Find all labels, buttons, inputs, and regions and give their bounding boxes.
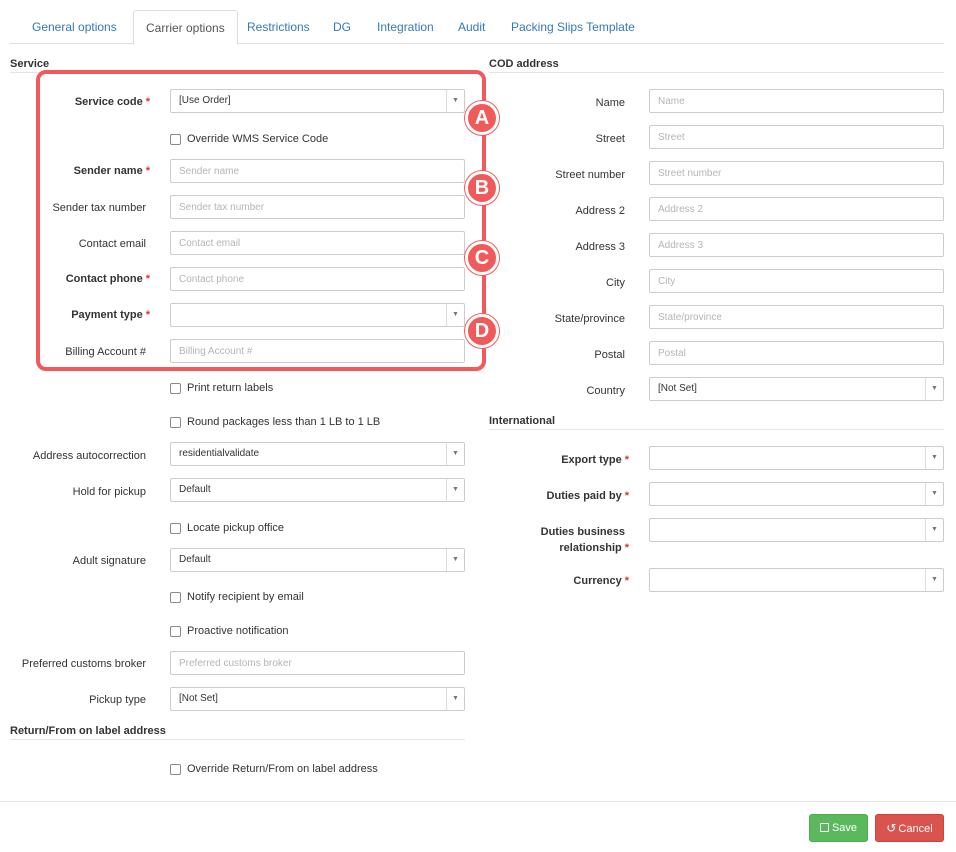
cod-street-number-label: Street number	[555, 169, 625, 181]
checkbox-box[interactable]	[170, 763, 181, 775]
tab-integration[interactable]: Integration	[365, 10, 446, 44]
tab-audit[interactable]: Audit	[446, 10, 497, 44]
duties-relationship-label-line2: relationship *	[559, 542, 629, 554]
cancel-button[interactable]: ↺ Cancel	[875, 814, 944, 842]
chevron-down-icon: ▼	[925, 519, 943, 541]
checkbox-box[interactable]	[170, 625, 181, 637]
cod-divider	[489, 72, 944, 73]
checkbox-box[interactable]	[170, 522, 181, 534]
notify-recipient-checkbox[interactable]: Notify recipient by email	[170, 591, 304, 603]
tab-restrictions[interactable]: Restrictions	[235, 10, 322, 44]
address-autocorrection-select[interactable]: residentialvalidate ▼	[170, 442, 465, 466]
chevron-down-icon: ▼	[925, 447, 943, 469]
pickup-type-select[interactable]: [Not Set] ▼	[170, 687, 465, 711]
checkbox-box[interactable]	[170, 382, 181, 394]
annotation-badge-d: D	[465, 314, 499, 348]
print-return-labels-checkbox[interactable]: Print return labels	[170, 382, 273, 394]
tab-general-options[interactable]: General options	[20, 10, 129, 44]
highlight-frame	[36, 70, 486, 371]
chevron-down-icon: ▼	[446, 479, 464, 501]
adult-signature-select[interactable]: Default ▼	[170, 548, 465, 572]
proactive-notification-checkbox[interactable]: Proactive notification	[170, 625, 289, 637]
international-divider	[489, 429, 944, 430]
cod-name-input[interactable]	[649, 89, 944, 113]
export-type-select[interactable]: ▼	[649, 446, 944, 470]
chevron-down-icon: ▼	[446, 688, 464, 710]
cod-postal-input[interactable]	[649, 341, 944, 365]
override-return-from-checkbox[interactable]: Override Return/From on label address	[170, 763, 378, 775]
return-from-divider	[10, 739, 465, 740]
duties-relationship-select[interactable]: ▼	[649, 518, 944, 542]
duties-paid-by-label: Duties paid by *	[546, 490, 629, 502]
hold-for-pickup-select[interactable]: Default ▼	[170, 478, 465, 502]
cod-city-label: City	[606, 277, 625, 289]
chevron-down-icon: ▼	[446, 549, 464, 571]
adult-signature-label: Adult signature	[72, 555, 146, 567]
service-section-title: Service	[10, 58, 50, 70]
currency-label: Currency *	[573, 575, 629, 587]
hold-for-pickup-label: Hold for pickup	[72, 486, 146, 498]
round-packages-checkbox[interactable]: Round packages less than 1 LB to 1 LB	[170, 416, 380, 428]
international-section-title: International	[489, 415, 556, 427]
save-button[interactable]: Save	[809, 814, 868, 842]
chevron-down-icon: ▼	[925, 483, 943, 505]
customs-broker-label: Preferred customs broker	[21, 658, 146, 670]
chevron-down-icon: ▼	[446, 443, 464, 465]
return-from-section-title: Return/From on label address	[10, 725, 166, 737]
address-autocorrection-label: Address autocorrection	[32, 450, 146, 462]
cod-country-label: Country	[586, 385, 625, 397]
cod-address3-input[interactable]	[649, 233, 944, 257]
currency-select[interactable]: ▼	[649, 568, 944, 592]
checkbox-box[interactable]	[170, 416, 181, 428]
pickup-type-label: Pickup type	[89, 694, 146, 706]
floppy-disk-icon	[819, 823, 829, 832]
chevron-down-icon: ▼	[925, 569, 943, 591]
annotation-badge-c: C	[465, 241, 499, 275]
cod-section-title: COD address	[489, 58, 559, 70]
cod-address2-label: Address 2	[575, 205, 625, 217]
annotation-badge-b: B	[465, 171, 499, 205]
tab-carrier-options[interactable]: Carrier options	[133, 10, 238, 45]
cod-name-label: Name	[595, 97, 625, 109]
cod-address3-label: Address 3	[575, 241, 625, 253]
cod-street-number-input[interactable]	[649, 161, 944, 185]
footer-divider	[0, 801, 956, 802]
tab-packing-slips-template[interactable]: Packing Slips Template	[499, 10, 647, 44]
duties-relationship-label-line1: Duties business	[540, 526, 625, 538]
cod-street-label: Street	[595, 133, 625, 145]
cod-postal-label: Postal	[594, 349, 625, 361]
locate-pickup-office-checkbox[interactable]: Locate pickup office	[170, 522, 284, 534]
cod-city-input[interactable]	[649, 269, 944, 293]
cod-street-input[interactable]	[649, 125, 944, 149]
cod-address2-input[interactable]	[649, 197, 944, 221]
tab-dg[interactable]: DG	[321, 10, 363, 44]
cod-state-input[interactable]	[649, 305, 944, 329]
export-type-label: Export type *	[561, 454, 629, 466]
undo-icon: ↺	[886, 821, 897, 835]
checkbox-box[interactable]	[170, 591, 181, 603]
chevron-down-icon: ▼	[925, 378, 943, 400]
duties-paid-by-select[interactable]: ▼	[649, 482, 944, 506]
annotation-badge-a: A	[465, 101, 499, 135]
customs-broker-input[interactable]	[170, 651, 465, 675]
cod-country-select[interactable]: [Not Set] ▼	[649, 377, 944, 401]
cod-state-label: State/province	[554, 313, 625, 325]
tab-bar: General options Carrier options Restrict…	[10, 10, 944, 45]
